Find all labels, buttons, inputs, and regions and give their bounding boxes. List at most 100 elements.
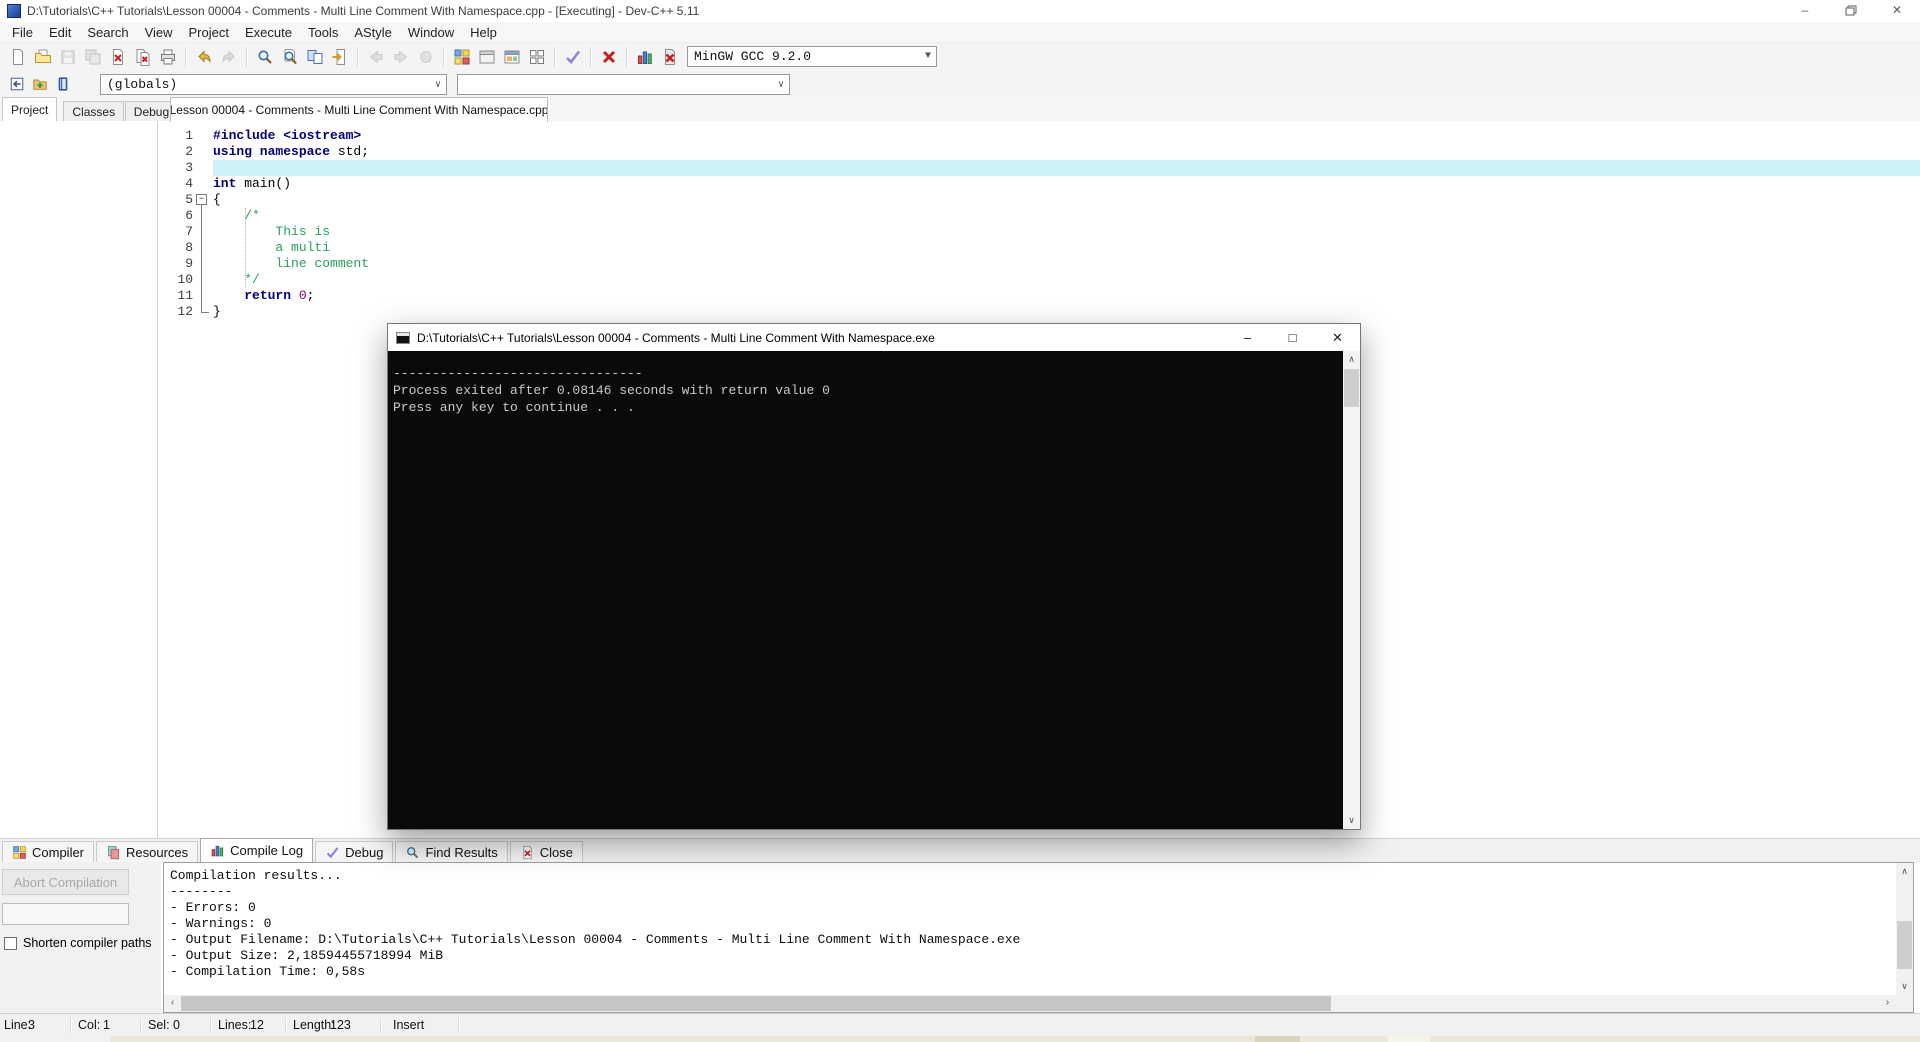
code-text[interactable]: a multi: [213, 240, 1920, 256]
undo-button[interactable]: [191, 45, 216, 69]
stop-execution-button[interactable]: [657, 45, 682, 69]
report-tab-close[interactable]: Close: [510, 841, 583, 862]
run-button[interactable]: [596, 45, 621, 69]
report-tab-find-results[interactable]: Find Results: [395, 841, 507, 862]
close-all-button[interactable]: [130, 45, 155, 69]
report-tab-compiler[interactable]: Compiler: [2, 841, 94, 862]
restore-button[interactable]: [1828, 0, 1874, 22]
code-text[interactable]: return 0;: [213, 288, 1920, 304]
line-number[interactable]: 3: [159, 160, 193, 176]
profile-button[interactable]: [632, 45, 657, 69]
log-horizontal-scrollbar[interactable]: ‹ ›: [164, 995, 1896, 1012]
line-number[interactable]: 2: [159, 144, 193, 160]
line-number[interactable]: 8: [159, 240, 193, 256]
menu-edit[interactable]: Edit: [41, 24, 79, 41]
report-tab-resources[interactable]: Resources: [96, 841, 198, 862]
close-button[interactable]: ✕: [1874, 0, 1920, 22]
close-button[interactable]: [105, 45, 130, 69]
package-manager-button[interactable]: [524, 45, 549, 69]
scroll-up-icon[interactable]: ∧: [1896, 863, 1913, 880]
code-text[interactable]: This is: [213, 224, 1920, 240]
scrollbar-thumb[interactable]: [1897, 921, 1912, 969]
line-number[interactable]: 9: [159, 256, 193, 272]
find-in-files-button[interactable]: [277, 45, 302, 69]
line-number[interactable]: 6: [159, 208, 193, 224]
code-text[interactable]: }: [213, 304, 1920, 320]
menu-file[interactable]: File: [4, 24, 41, 41]
code-text[interactable]: [213, 160, 1920, 176]
code-line-11[interactable]: 11 return 0;: [159, 288, 1920, 304]
code-line-2[interactable]: 2 using namespace std;: [159, 144, 1920, 160]
code-line-7[interactable]: 7 This is: [159, 224, 1920, 240]
console-title-bar[interactable]: D:\Tutorials\C++ Tutorials\Lesson 00004 …: [388, 324, 1360, 351]
remove-from-project-button[interactable]: [474, 45, 499, 69]
menu-window[interactable]: Window: [400, 24, 462, 41]
console-maximize-button[interactable]: □: [1270, 325, 1315, 351]
line-number[interactable]: 4: [159, 176, 193, 192]
scrollbar-thumb[interactable]: [1344, 369, 1359, 407]
title-bar[interactable]: D:\Tutorials\C++ Tutorials\Lesson 00004 …: [0, 0, 1920, 22]
scroll-down-icon[interactable]: ∨: [1343, 812, 1360, 829]
menu-execute[interactable]: Execute: [237, 24, 300, 41]
project-panel[interactable]: [0, 121, 158, 838]
replace-button[interactable]: [302, 45, 327, 69]
line-number[interactable]: 11: [159, 288, 193, 304]
line-number[interactable]: 12: [159, 304, 193, 320]
code-line-10[interactable]: 10 */: [159, 272, 1920, 288]
scroll-down-icon[interactable]: ∨: [1896, 978, 1913, 995]
open-button[interactable]: [30, 45, 55, 69]
code-line-8[interactable]: 8 a multi: [159, 240, 1920, 256]
compile-button[interactable]: [560, 45, 585, 69]
console-scrollbar[interactable]: ∧ ∨: [1343, 351, 1360, 829]
project-options-button[interactable]: [499, 45, 524, 69]
code-line-6[interactable]: 6 /*: [159, 208, 1920, 224]
code-text[interactable]: line comment: [213, 256, 1920, 272]
fold-collapse-icon[interactable]: −: [196, 194, 207, 205]
member-add-button[interactable]: [28, 73, 51, 95]
scroll-up-icon[interactable]: ∧: [1343, 351, 1360, 368]
code-line-3[interactable]: 3: [159, 160, 1920, 176]
editor-tab[interactable]: Lesson 00004 - Comments - Multi Line Com…: [170, 97, 548, 122]
log-vertical-scrollbar[interactable]: ∧ ∨: [1896, 863, 1913, 995]
code-line-12[interactable]: 12}: [159, 304, 1920, 320]
menu-astyle[interactable]: AStyle: [346, 24, 400, 41]
code-text[interactable]: using namespace std;: [213, 144, 1920, 160]
console-close-button[interactable]: ✕: [1315, 325, 1360, 351]
new-project-button[interactable]: [449, 45, 474, 69]
console-output[interactable]: -------------------------------- Process…: [388, 351, 1360, 829]
minimize-button[interactable]: –: [1782, 0, 1828, 22]
menu-project[interactable]: Project: [181, 24, 237, 41]
report-tab-debug[interactable]: Debug: [315, 841, 393, 862]
member-back-button[interactable]: [5, 73, 28, 95]
scrollbar-thumb[interactable]: [181, 996, 1331, 1011]
menu-help[interactable]: Help: [462, 24, 505, 41]
code-line-5[interactable]: 5{: [159, 192, 1920, 208]
line-number[interactable]: 7: [159, 224, 193, 240]
sidebar-tab-project[interactable]: Project: [2, 97, 57, 121]
menu-search[interactable]: Search: [79, 24, 136, 41]
print-button[interactable]: [155, 45, 180, 69]
menu-tools[interactable]: Tools: [300, 24, 346, 41]
code-line-1[interactable]: 1 #include <iostream>: [159, 128, 1920, 144]
sidebar-tab-classes[interactable]: Classes: [63, 101, 124, 121]
scroll-right-icon[interactable]: ›: [1879, 995, 1896, 1012]
code-text[interactable]: #include <iostream>: [213, 128, 1920, 144]
code-text[interactable]: */: [213, 272, 1920, 288]
line-number[interactable]: 5: [159, 192, 193, 208]
new-source-button[interactable]: [5, 45, 30, 69]
compile-log-panel[interactable]: Compilation results... -------- - Errors…: [163, 862, 1914, 1013]
code-text[interactable]: /*: [213, 208, 1920, 224]
find-button[interactable]: [252, 45, 277, 69]
goto-line-button[interactable]: [327, 45, 352, 69]
compiler-select[interactable]: MinGW GCC 9.2.0 ▼: [687, 46, 937, 67]
member-view-button[interactable]: [51, 73, 74, 95]
code-text[interactable]: int main(): [213, 176, 1920, 192]
code-line-9[interactable]: 9 line comment: [159, 256, 1920, 272]
shorten-paths-checkbox[interactable]: [4, 937, 17, 950]
scope-select[interactable]: (globals) ∨: [100, 74, 447, 95]
scroll-left-icon[interactable]: ‹: [164, 995, 181, 1012]
report-tab-compile-log[interactable]: Compile Log: [200, 838, 313, 862]
line-number[interactable]: 1: [159, 128, 193, 144]
member-select[interactable]: ∨: [457, 74, 790, 95]
code-line-4[interactable]: 4 int main(): [159, 176, 1920, 192]
